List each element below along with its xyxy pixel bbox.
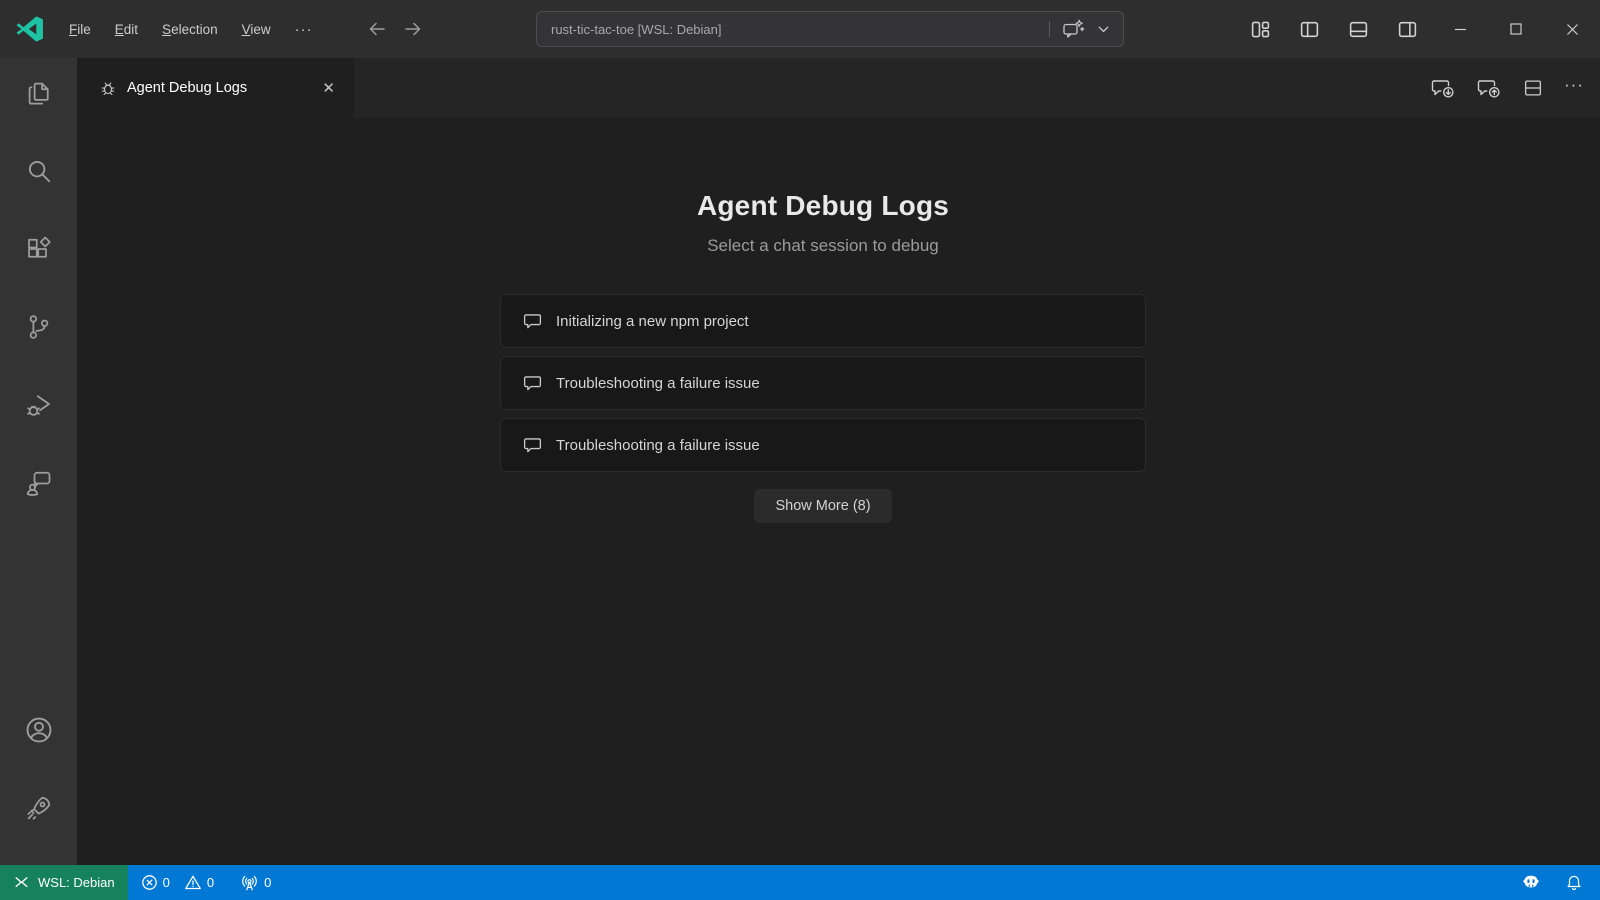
- tab-bar: Agent Debug Logs ✕: [77, 58, 1600, 118]
- warnings-pair: 0: [184, 874, 214, 891]
- warning-count: 0: [207, 875, 214, 890]
- git-branch-icon: [24, 312, 54, 342]
- tab-close-icon[interactable]: ✕: [317, 76, 340, 100]
- status-bar: WSL: Debian 0 0 0: [0, 865, 1600, 900]
- vscode-window: File Edit Selection View ··· rust-tic-ta…: [0, 0, 1600, 900]
- layout-controls: [1246, 0, 1422, 58]
- errors-pair: 0: [141, 874, 170, 891]
- ports-count: 0: [264, 875, 271, 890]
- show-more-wrap: Show More (8): [500, 489, 1146, 523]
- close-icon[interactable]: [1544, 0, 1600, 58]
- copilot-icon[interactable]: [1519, 872, 1543, 893]
- editor-actions: ···: [1430, 58, 1584, 118]
- menu-more-button[interactable]: ···: [283, 15, 325, 44]
- bug-icon: [99, 79, 117, 97]
- tab-agent-debug-logs[interactable]: Agent Debug Logs ✕: [77, 58, 354, 118]
- status-bar-right: [1519, 872, 1600, 893]
- export-chat-icon[interactable]: [1476, 76, 1502, 100]
- comment-icon: [522, 435, 543, 456]
- debug-icon: [24, 390, 54, 420]
- sidebar-item-source-control[interactable]: [15, 303, 63, 351]
- sidebar-item-search[interactable]: [15, 147, 63, 195]
- files-icon: [24, 78, 54, 108]
- toggle-panel-icon[interactable]: [1344, 15, 1373, 44]
- radio-tower-icon: [240, 874, 259, 892]
- page-title: Agent Debug Logs: [500, 190, 1146, 222]
- menu-selection[interactable]: Selection: [150, 16, 230, 43]
- minimize-icon[interactable]: [1432, 0, 1488, 58]
- show-more-button[interactable]: Show More (8): [754, 489, 891, 523]
- chat-person-icon: [24, 468, 54, 498]
- chevron-down-icon[interactable]: [1096, 22, 1111, 37]
- toggle-primary-sidebar-icon[interactable]: [1295, 15, 1324, 44]
- session-item[interactable]: Initializing a new npm project: [500, 294, 1146, 348]
- bell-icon[interactable]: [1565, 874, 1583, 892]
- vscode-logo-icon: [15, 14, 45, 44]
- sidebar-item-chat[interactable]: [15, 459, 63, 507]
- session-label: Troubleshooting a failure issue: [556, 375, 760, 392]
- customize-layout-icon[interactable]: [1246, 15, 1275, 44]
- forward-arrow-icon[interactable]: [403, 19, 423, 39]
- session-list: Initializing a new npm project Troublesh…: [500, 294, 1146, 472]
- menu-edit[interactable]: Edit: [103, 16, 150, 43]
- activity-bar-bottom: [0, 706, 77, 832]
- toggle-secondary-sidebar-icon[interactable]: [1393, 15, 1422, 44]
- menu-bar: File Edit Selection View ···: [57, 15, 325, 44]
- agent-debug-logs-view: Agent Debug Logs Select a chat session t…: [500, 190, 1146, 523]
- sidebar-item-explorer[interactable]: [15, 69, 63, 117]
- session-item[interactable]: Troubleshooting a failure issue: [500, 418, 1146, 472]
- error-count: 0: [163, 875, 170, 890]
- more-actions-icon[interactable]: ···: [1564, 75, 1584, 101]
- command-center-text: rust-tic-tac-toe [WSL: Debian]: [537, 22, 1049, 37]
- command-center[interactable]: rust-tic-tac-toe [WSL: Debian]: [536, 11, 1124, 47]
- session-item[interactable]: Troubleshooting a failure issue: [500, 356, 1146, 410]
- import-chat-icon[interactable]: [1430, 76, 1456, 100]
- main-area: Agent Debug Logs ✕: [0, 58, 1600, 865]
- session-label: Initializing a new npm project: [556, 313, 749, 330]
- comment-icon: [522, 373, 543, 394]
- nav-history: [367, 19, 423, 39]
- problems-indicator[interactable]: 0 0: [141, 874, 214, 891]
- remote-icon: [13, 874, 30, 891]
- remote-label: WSL: Debian: [38, 875, 115, 890]
- maximize-icon[interactable]: [1488, 0, 1544, 58]
- title-bar: File Edit Selection View ··· rust-tic-ta…: [0, 0, 1600, 58]
- search-icon: [24, 156, 54, 186]
- split-editor-icon[interactable]: [1522, 77, 1544, 99]
- sidebar-item-extensions[interactable]: [15, 225, 63, 273]
- account-icon: [23, 714, 55, 746]
- sidebar-item-run-debug[interactable]: [15, 381, 63, 429]
- editor-pane: Agent Debug Logs Select a chat session t…: [77, 118, 1600, 865]
- warning-icon: [184, 874, 202, 891]
- page-subtitle: Select a chat session to debug: [500, 236, 1146, 256]
- chat-sparkle-icon[interactable]: [1061, 18, 1085, 40]
- rocket-icon: [24, 793, 54, 823]
- workbench: Agent Debug Logs ✕: [77, 58, 1600, 865]
- tab-label: Agent Debug Logs: [127, 80, 317, 96]
- menu-view[interactable]: View: [230, 16, 283, 43]
- command-center-actions: [1049, 18, 1123, 40]
- remote-indicator[interactable]: WSL: Debian: [0, 865, 128, 900]
- menu-file[interactable]: File: [57, 16, 103, 43]
- ports-indicator[interactable]: 0: [240, 874, 271, 892]
- error-icon: [141, 874, 158, 891]
- divider: [1049, 21, 1050, 37]
- comment-icon: [522, 311, 543, 332]
- session-label: Troubleshooting a failure issue: [556, 437, 760, 454]
- rocket-button[interactable]: [15, 784, 63, 832]
- window-controls: [1432, 0, 1600, 58]
- extensions-icon: [24, 234, 54, 264]
- activity-bar: [0, 58, 77, 865]
- account-button[interactable]: [15, 706, 63, 754]
- back-arrow-icon[interactable]: [367, 19, 387, 39]
